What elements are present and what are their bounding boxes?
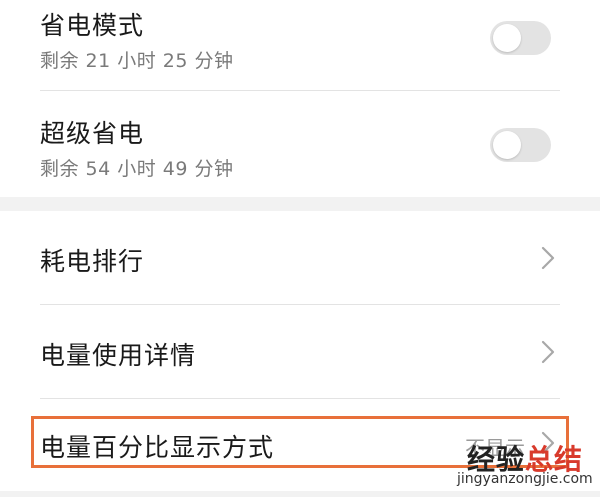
percentage-display-value: 不显示 <box>465 436 525 460</box>
battery-menu-card: 耗电排行 电量使用详情 电量百分比显示方式 不显示 <box>0 211 600 491</box>
toggle-knob <box>493 24 521 52</box>
power-mode-row-super[interactable]: 超级省电 剩余 54 小时 49 分钟 <box>0 91 600 197</box>
power-mode-row-saving[interactable]: 省电模式 剩余 21 小时 25 分钟 <box>0 0 600 90</box>
power-saving-toggle[interactable] <box>490 21 551 55</box>
power-mode-title: 省电模式 <box>40 11 145 40</box>
power-mode-remaining: 剩余 54 小时 49 分钟 <box>40 158 234 180</box>
toggle-knob <box>493 131 521 159</box>
chevron-right-icon <box>541 340 555 364</box>
menu-item-label: 电量百分比显示方式 <box>40 433 275 462</box>
menu-item-percentage-display[interactable]: 电量百分比显示方式 不显示 <box>0 399 600 491</box>
menu-item-usage-details[interactable]: 电量使用详情 <box>0 305 600 398</box>
menu-item-consumption-ranking[interactable]: 耗电排行 <box>0 211 600 304</box>
power-modes-card: 省电模式 剩余 21 小时 25 分钟 超级省电 剩余 54 小时 49 分钟 <box>0 0 600 197</box>
power-mode-title: 超级省电 <box>40 119 145 148</box>
menu-item-label: 耗电排行 <box>40 247 145 276</box>
menu-item-label: 电量使用详情 <box>40 341 197 370</box>
chevron-right-icon <box>541 431 555 455</box>
power-mode-remaining: 剩余 21 小时 25 分钟 <box>40 50 234 72</box>
chevron-right-icon <box>541 246 555 270</box>
super-power-saving-toggle[interactable] <box>490 128 551 162</box>
